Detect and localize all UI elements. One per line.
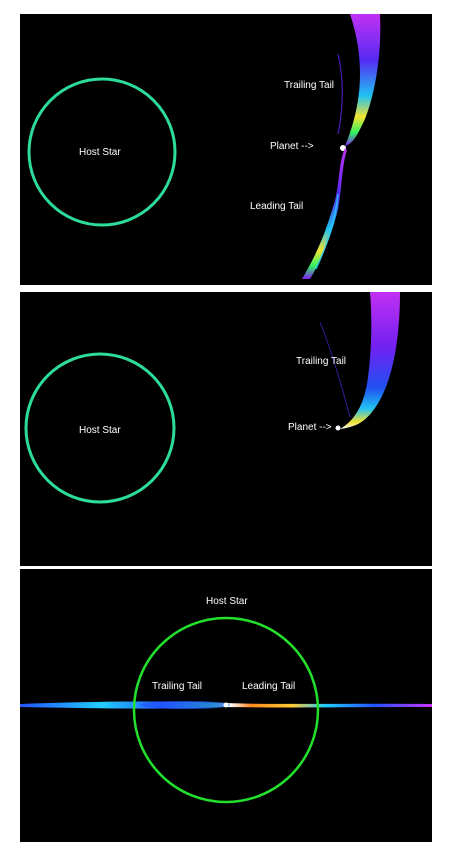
trailing-tail-label: Trailing Tail xyxy=(152,681,203,692)
panel-3-canvas xyxy=(20,616,432,804)
planet-marker xyxy=(335,425,341,431)
trailing-tail-label: Trailing Tail xyxy=(296,356,347,367)
host-star-outline xyxy=(132,616,320,804)
leading-tail-label: Leading Tail xyxy=(242,681,296,692)
leading-tail-label: Leading Tail xyxy=(250,201,304,212)
planet-marker xyxy=(223,702,229,708)
panel-3-edge-on-view: Host Star Trailing Tail Leading Tail xyxy=(20,569,432,842)
trailing-tail-plume xyxy=(340,292,400,429)
host-star-label: Host Star xyxy=(206,596,248,607)
trailing-tail-wisps xyxy=(337,53,343,135)
trailing-tail-plume xyxy=(345,14,381,146)
leading-tail-stream xyxy=(302,148,347,279)
trailing-tail-wisps xyxy=(319,321,351,418)
planet-label: Planet --> xyxy=(288,422,332,433)
trailing-tail-label: Trailing Tail xyxy=(284,80,335,91)
panel-1-top-view-leading-and-trailing: Host Star Trailing Tail Planet --> Leadi… xyxy=(20,14,432,285)
planet-label: Planet --> xyxy=(270,141,314,152)
trailing-tail-thickening xyxy=(140,701,230,709)
panel-2-top-view-trailing-only: Host Star Trailing Tail Planet --> xyxy=(20,292,432,566)
host-star-label: Host Star xyxy=(79,425,121,436)
host-star-label: Host Star xyxy=(79,147,121,158)
